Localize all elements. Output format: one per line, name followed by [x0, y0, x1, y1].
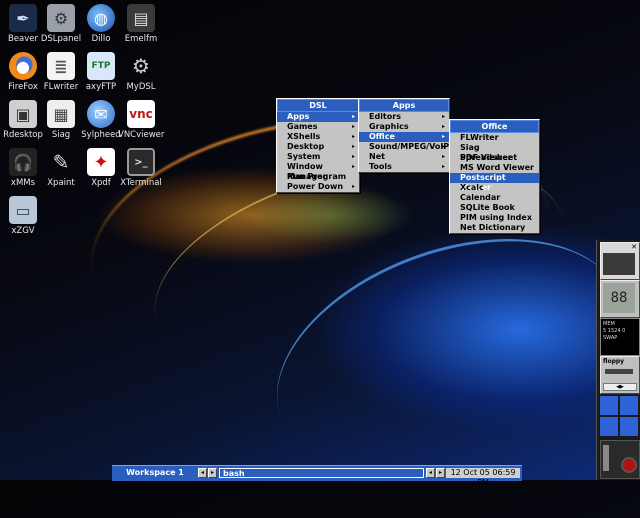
- menu-item-net-dictionary[interactable]: Net Dictionary: [450, 223, 539, 233]
- clock: 12 Oct 05 06:59 PM: [446, 468, 520, 487]
- submenu-arrow-icon: ▸: [441, 123, 445, 130]
- menu-item-xcalc[interactable]: Xcalc: [450, 183, 539, 193]
- apps-menu-title: Apps: [359, 99, 449, 112]
- next-workspace-button[interactable]: ▸: [208, 468, 217, 478]
- document-icon: ≣: [47, 52, 75, 80]
- gears-icon: ⚙: [132, 54, 150, 78]
- workspace-label[interactable]: Workspace 1: [114, 468, 196, 478]
- floppy-label: floppy: [603, 358, 625, 365]
- cpu-monitor: 88: [600, 280, 640, 318]
- submenu-arrow-icon: ▸: [441, 143, 445, 150]
- desktop-icon-xzgv[interactable]: ▭ xZGV: [0, 196, 46, 236]
- dsl-menu-title: DSL: [277, 99, 359, 112]
- office-menu-title: Office: [450, 120, 539, 133]
- submenu-arrow-icon: ▸: [441, 163, 445, 170]
- menu-item-desktop[interactable]: Desktop ▸: [277, 142, 359, 152]
- ftp-icon: FTP: [87, 52, 115, 80]
- paintbrush-icon: ✎: [52, 150, 70, 174]
- dock-mini-window[interactable]: ✕: [600, 242, 640, 280]
- next-task-button[interactable]: ▸: [436, 468, 445, 478]
- menu-item-postscript-viewer[interactable]: Postscript Viewer: [450, 173, 539, 192]
- submenu-arrow-icon: ▸: [351, 153, 355, 160]
- pager-desk-1[interactable]: [600, 396, 618, 415]
- menu-item-pim-using-index[interactable]: PIM using Index: [450, 213, 539, 223]
- submenu-arrow-icon: ▸: [351, 183, 355, 190]
- submenu-arrow-icon: ▸: [441, 133, 445, 140]
- volume-slider[interactable]: [603, 445, 609, 471]
- mail-globe-icon: ✉: [87, 100, 115, 128]
- penguin-headphones-icon: 🎧: [9, 148, 37, 176]
- close-icon[interactable]: ✕: [631, 243, 637, 251]
- terminal-icon: >_: [127, 148, 155, 176]
- spreadsheet-icon: ▦: [47, 100, 75, 128]
- mem-label: MEM: [603, 321, 615, 327]
- menu-item-xshells[interactable]: XShells ▸: [277, 132, 359, 142]
- pager-desk-4[interactable]: [620, 417, 638, 436]
- menu-item-window-manager[interactable]: Window Manager ▸: [277, 162, 359, 181]
- prev-workspace-button[interactable]: ◂: [198, 468, 207, 478]
- desktop-icon-vncviewer[interactable]: vnc VNCviewer: [118, 100, 164, 140]
- swap-label: SWAP: [603, 335, 618, 341]
- menu-item-office[interactable]: Office ▸: [359, 132, 449, 142]
- dock-preview-screen: [603, 253, 635, 275]
- menu-item-apps[interactable]: Apps ▸: [277, 112, 359, 122]
- prev-task-button[interactable]: ◂: [426, 468, 435, 478]
- menu-item-run-program[interactable]: Run Program: [277, 172, 359, 182]
- control-panel-icon: ⚙: [47, 4, 75, 32]
- submenu-arrow-icon: ▸: [441, 113, 445, 120]
- firefox-icon: ●: [9, 52, 37, 80]
- memory-monitor: MEM 5 1524 0 SWAP: [600, 318, 640, 356]
- image-viewer-icon: ▭: [9, 196, 37, 224]
- file-cabinet-icon: ▤: [127, 4, 155, 32]
- menu-item-calendar[interactable]: Calendar: [450, 193, 539, 203]
- globe-icon: ◍: [87, 4, 115, 32]
- feather-pen-icon: ✒: [9, 4, 37, 32]
- menu-item-ms-word-viewer[interactable]: MS Word Viewer: [450, 163, 539, 173]
- dsl-menu: DSL Apps ▸ Games ▸ XShells ▸ Desktop ▸ Syste…: [276, 98, 360, 193]
- task-button-bash[interactable]: bash: [219, 468, 424, 478]
- submenu-arrow-icon: ▸: [351, 123, 355, 130]
- pager-desk-3[interactable]: [600, 417, 618, 436]
- cpu-led-display: 88: [603, 283, 635, 313]
- floppy-mount[interactable]: floppy ◀▶: [600, 356, 640, 394]
- submenu-arrow-icon: ▸: [351, 163, 355, 170]
- menu-item-system[interactable]: System ▸: [277, 152, 359, 162]
- office-menu: Office FLWriter Siag Spreadsheet PDF Vie…: [449, 119, 540, 234]
- apps-menu: Apps Editors ▸ Graphics ▸ Office ▸ Sound/MP…: [358, 98, 450, 173]
- submenu-arrow-icon: ▸: [351, 133, 355, 140]
- menu-item-tools[interactable]: Tools ▸: [359, 162, 449, 172]
- menu-item-sound-mpeg-voip[interactable]: Sound/MPEG/VoIP ▸: [359, 142, 449, 152]
- workspace-pager: [600, 396, 638, 436]
- pager-desk-2[interactable]: [620, 396, 638, 415]
- menu-item-editors[interactable]: Editors ▸: [359, 112, 449, 122]
- dockapp-panel: ✕ 88 MEM 5 1524 0 SWAP floppy ◀▶: [596, 240, 640, 480]
- menu-item-flwriter[interactable]: FLWriter: [450, 133, 539, 143]
- desktop-icon-xterminal[interactable]: >_ XTerminal: [118, 148, 164, 188]
- submenu-arrow-icon: ▸: [351, 113, 355, 120]
- menu-item-siag-spreadsheet[interactable]: Siag Spreadsheet: [450, 143, 539, 162]
- taskbar: Workspace 1 ◂ ▸ bash ◂ ▸ 12 Oct 05 06:59…: [112, 465, 522, 487]
- submenu-arrow-icon: ▸: [351, 143, 355, 150]
- vnc-icon: vnc: [127, 100, 155, 128]
- volume-knob-icon[interactable]: [621, 457, 637, 473]
- volume-mixer[interactable]: [600, 440, 640, 479]
- menu-item-games[interactable]: Games ▸: [277, 122, 359, 132]
- menu-item-pdf-viewer[interactable]: PDF Viewer: [450, 153, 539, 163]
- pdf-icon: ✦: [87, 148, 115, 176]
- desktop-icon-emelfm[interactable]: ▤ Emelfm: [118, 4, 164, 44]
- network-computers-icon: ▣: [9, 100, 37, 128]
- floppy-slot-icon: [605, 369, 633, 374]
- menu-item-net[interactable]: Net ▸: [359, 152, 449, 162]
- menu-item-sqlite-book[interactable]: SQLite Book: [450, 203, 539, 213]
- menu-item-power-down[interactable]: Power Down ▸: [277, 182, 359, 192]
- eject-button[interactable]: ◀▶: [603, 383, 637, 391]
- submenu-arrow-icon: ▸: [441, 153, 445, 160]
- mem-values: 5 1524 0: [603, 328, 626, 334]
- desktop-icon-mydsl[interactable]: ⚙ MyDSL: [118, 52, 164, 92]
- menu-item-graphics[interactable]: Graphics ▸: [359, 122, 449, 132]
